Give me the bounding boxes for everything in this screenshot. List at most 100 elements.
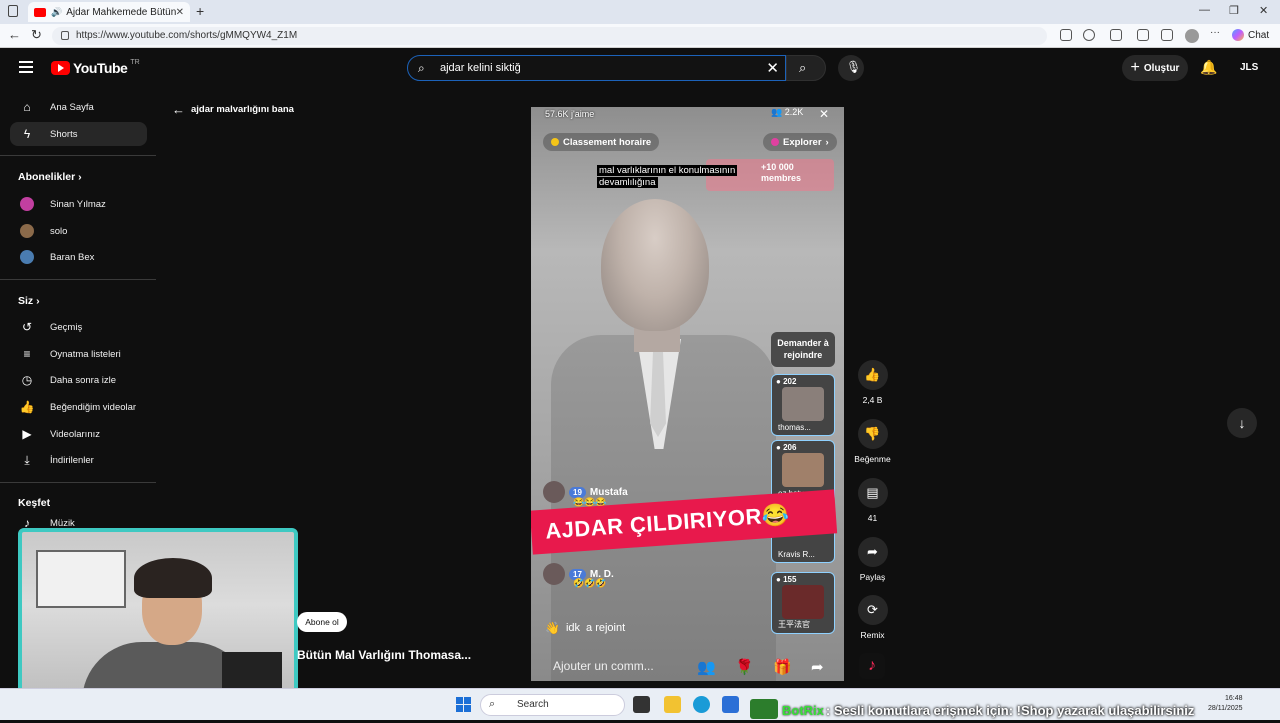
guest-name: 王平法官 — [778, 620, 810, 629]
short-video-player[interactable]: 57.6K j'aime 👥 2.2K ✕ Classement horaire… — [531, 107, 844, 681]
copilot-icon — [1232, 29, 1244, 41]
dislike-button[interactable]: 👎 Beğenme — [850, 419, 895, 464]
youtube-play-icon — [51, 61, 70, 75]
sidebar-item-subscription[interactable]: Sinan Yılmaz — [10, 192, 147, 216]
hamburger-menu-icon[interactable] — [19, 61, 33, 73]
url-field[interactable]: https://www.youtube.com/shorts/gMMQYW4_Z… — [52, 27, 1047, 45]
sidebar-item-label: Baran Bex — [50, 251, 95, 263]
maximize-icon[interactable]: ❐ — [1229, 4, 1239, 17]
guest-name: thomas... — [778, 423, 811, 432]
sidebar-item-subscription[interactable]: solo — [10, 219, 147, 243]
sidebar-item-label: Beğendiğim videolar — [50, 401, 137, 413]
search-button[interactable]: ⌕ — [786, 55, 826, 81]
next-video-arrow-icon[interactable]: ↓ — [1227, 408, 1257, 438]
ranking-pill: Classement horaire — [543, 133, 660, 151]
edge-browser-icon[interactable] — [693, 696, 710, 713]
reload-icon[interactable]: ↻ — [31, 27, 42, 43]
sidebar-item-downloads[interactable]: ⤓ İndirilenler — [10, 448, 147, 472]
refresh-extension-icon[interactable] — [1110, 29, 1122, 41]
sidebar-item-history[interactable]: ↺ Geçmiş — [10, 315, 147, 339]
explore-label: Explorer — [783, 136, 822, 148]
remix-label: Remix — [860, 630, 885, 640]
taskbar-search-label: Search — [517, 699, 549, 710]
extensions-icon[interactable] — [1137, 29, 1149, 41]
windows-start-icon[interactable] — [456, 697, 471, 712]
video-icon: ▶ — [22, 427, 32, 441]
sidebar-item-your-videos[interactable]: ▶ Videolarınız — [10, 422, 147, 446]
bot-message: : Sesli komutlara erişmek için: !Shop ya… — [825, 702, 1195, 718]
sidebar: ⌂ Ana Sayfa ϟ Shorts Abonelikler › Sinan… — [0, 88, 160, 530]
join-notice: 👋 idk a rejoint — [545, 621, 625, 635]
bot-name: BotRix — [782, 702, 824, 718]
sidebar-item-label: Oynatma listeleri — [50, 348, 121, 360]
join-user: idk — [565, 622, 581, 634]
clock-time: 16:48 — [1224, 695, 1243, 702]
remix-icon: ⟳ — [857, 595, 888, 625]
file-explorer-icon[interactable] — [664, 696, 681, 713]
minimize-icon[interactable]: — — [1199, 4, 1210, 16]
subscriptions-heading[interactable]: Abonelikler › — [18, 171, 82, 183]
remix-button[interactable]: ⟳ Remix — [850, 595, 895, 640]
audio-playing-icon[interactable]: 🔊 — [51, 7, 62, 18]
more-menu-icon[interactable]: ··· — [1210, 27, 1222, 39]
sidebar-item-watch-later[interactable]: ◷ Daha sonra izle — [10, 368, 147, 392]
search-box[interactable]: ⌕ ajdar kelini siktiğ ✕ — [407, 55, 786, 81]
video-title[interactable]: Bütün Mal Varlığını Thomasa... — [297, 648, 471, 662]
comment-count: 41 — [867, 513, 878, 523]
comments-button[interactable]: ▤ 41 — [850, 478, 895, 523]
clear-search-icon[interactable]: ✕ — [766, 59, 779, 77]
download-icon: ⤓ — [24, 452, 30, 467]
tab-title: Ajdar Mahkemede Bütün Ma — [66, 6, 176, 18]
back-to-search-link[interactable]: ← ajdar malvarlığını bana — [172, 102, 294, 117]
store-icon[interactable] — [722, 696, 739, 713]
you-heading[interactable]: Siz › — [18, 295, 40, 307]
favorites-icon[interactable] — [1161, 29, 1173, 41]
sidebar-item-shorts[interactable]: ϟ Shorts — [10, 122, 147, 146]
voice-search-button[interactable]: 🎙 — [838, 55, 864, 81]
like-button[interactable]: 👍 2,4 B — [850, 360, 895, 405]
close-tab-icon[interactable]: ✕ — [176, 7, 184, 18]
request-to-join-button: Demander à rejoindre — [771, 332, 835, 367]
youtube-favicon-icon — [34, 7, 46, 17]
channel-avatar — [20, 224, 34, 238]
sidebar-item-subscription[interactable]: Baran Bex — [10, 245, 147, 269]
members-text: 10 000 membres — [761, 162, 802, 183]
create-button[interactable]: + Oluştur — [1122, 55, 1188, 81]
guest-name: Kravis R... — [778, 550, 815, 559]
taskbar-search[interactable]: ⌕ Search — [480, 694, 625, 716]
sidebar-item-label: Müzik — [50, 517, 75, 529]
system-clock[interactable]: 16:48 28/11/2025 — [1208, 694, 1243, 714]
caption-line: devamlılığına — [597, 177, 658, 188]
account-avatar[interactable]: JLS — [1240, 62, 1258, 73]
close-window-icon[interactable]: ✕ — [1259, 4, 1268, 17]
share-button[interactable]: ➦ Paylaş — [850, 537, 895, 582]
task-view-icon[interactable] — [633, 696, 650, 713]
window-menu-icon[interactable] — [8, 5, 18, 17]
sound-source-icon[interactable]: ♪ — [859, 653, 885, 679]
new-tab-icon[interactable]: + — [196, 3, 204, 19]
search-input[interactable]: ajdar kelini siktiğ — [440, 62, 521, 74]
copilot-chat-button[interactable]: Chat — [1232, 29, 1269, 41]
sidebar-item-home[interactable]: ⌂ Ana Sayfa — [10, 95, 147, 119]
dislike-label: Beğenme — [854, 454, 891, 464]
divider — [0, 482, 156, 483]
youtube-logo[interactable]: YouTube TR — [51, 59, 140, 76]
subscribe-button[interactable]: Abone ol — [297, 612, 347, 632]
browser-tab[interactable]: 🔊 Ajdar Mahkemede Bütün Ma ✕ — [28, 2, 190, 22]
browser-address-bar: ← ↻ https://www.youtube.com/shorts/gMMQY… — [0, 24, 1280, 48]
create-label: Oluştur — [1143, 62, 1180, 74]
app-install-icon[interactable] — [1060, 29, 1072, 41]
notifications-bell-icon[interactable]: 🔔 — [1200, 59, 1217, 76]
commenter-avatar — [543, 563, 565, 585]
site-info-icon[interactable] — [61, 31, 69, 40]
back-arrow-icon[interactable]: ← — [8, 27, 21, 42]
search-button-icon: ⌕ — [799, 60, 807, 75]
sidebar-item-liked-videos[interactable]: 👍 Beğendiğim videolar — [10, 395, 147, 419]
profile-avatar[interactable] — [1185, 29, 1199, 43]
sidebar-item-label: Ana Sayfa — [50, 101, 94, 113]
favorite-star-icon[interactable] — [1083, 29, 1095, 41]
sidebar-item-playlists[interactable]: ≡ Oynatma listeleri — [10, 342, 147, 366]
clock-icon: ◷ — [21, 373, 33, 387]
sidebar-item-label: Sinan Yılmaz — [50, 198, 106, 210]
browser-tab-bar: 🔊 Ajdar Mahkemede Bütün Ma ✕ + — ❐ ✕ — [0, 0, 1280, 24]
